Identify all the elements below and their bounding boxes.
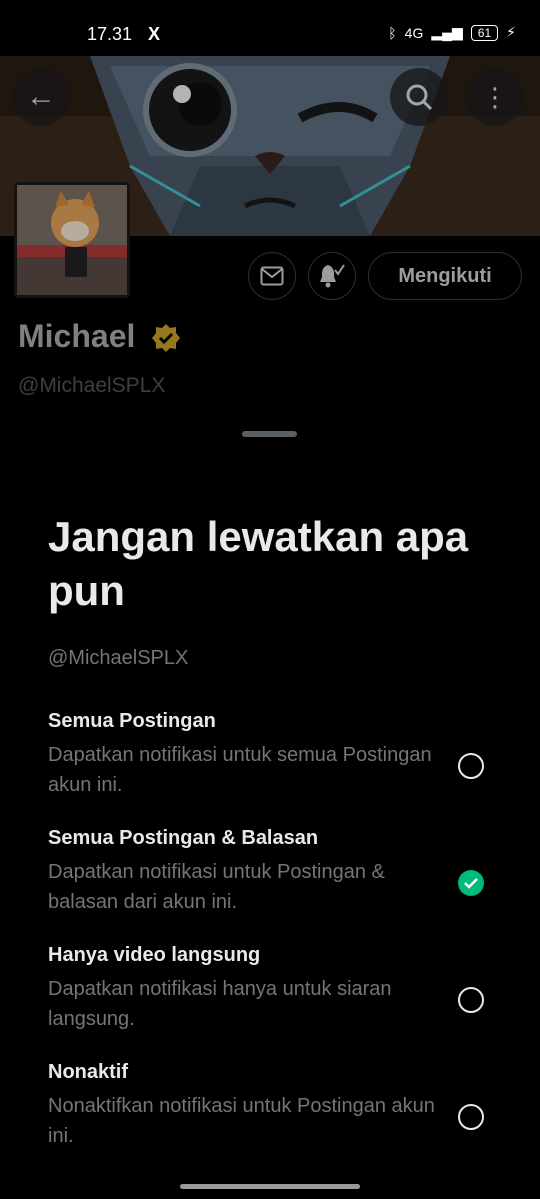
search-button[interactable] [390, 68, 448, 126]
option-description: Dapatkan notifikasi hanya untuk siaran l… [48, 978, 392, 1030]
notification-bell-button[interactable] [308, 252, 356, 300]
option-all-posts-replies[interactable]: Semua Postingan & Balasan Dapatkan notif… [48, 825, 498, 917]
status-icons: ᛒ 4G ▂▄▆ 61 ⚡ [388, 24, 516, 41]
option-description: Nonaktifkan notifikasi untuk Postingan a… [48, 1095, 435, 1147]
profile-name: Michael [18, 318, 136, 354]
envelope-icon [260, 266, 284, 286]
arrow-left-icon: ← [26, 80, 56, 113]
bell-check-icon [320, 264, 345, 288]
option-all-posts[interactable]: Semua Postingan Dapatkan notifikasi untu… [48, 708, 498, 800]
sheet-drag-handle[interactable] [242, 431, 297, 437]
checkmark-icon [464, 878, 478, 889]
option-title: Nonaktif [48, 1061, 128, 1083]
following-button[interactable]: Mengikuti [368, 252, 522, 300]
home-indicator[interactable] [180, 1184, 360, 1189]
radio-button-selected[interactable] [458, 870, 484, 896]
signal-icon: ▂▄▆ [431, 24, 463, 40]
more-options-button[interactable]: ⋮ [466, 68, 524, 126]
option-description: Dapatkan notifikasi untuk semua Postinga… [48, 744, 432, 796]
verified-badge-icon [152, 324, 180, 352]
radio-button[interactable] [458, 987, 484, 1013]
option-title: Semua Postingan & Balasan [48, 827, 319, 849]
option-title: Hanya video langsung [48, 944, 261, 966]
x-app-icon: X [148, 24, 161, 44]
radio-button[interactable] [458, 1104, 484, 1130]
option-live-video-only[interactable]: Hanya video langsung Dapatkan notifikasi… [48, 942, 498, 1034]
sheet-handle-text: @MichaelSPLX [48, 647, 189, 669]
avatar[interactable] [14, 182, 130, 298]
option-off[interactable]: Nonaktif Nonaktifkan notifikasi untuk Po… [48, 1059, 498, 1151]
vertical-dots-icon: ⋮ [482, 81, 508, 112]
option-description: Dapatkan notifikasi untuk Postingan & ba… [48, 861, 385, 913]
back-button[interactable]: ← [12, 68, 70, 126]
message-button[interactable] [248, 252, 296, 300]
radio-button[interactable] [458, 753, 484, 779]
bluetooth-icon: ᛒ [388, 24, 397, 41]
battery-level: 61 [470, 24, 499, 41]
search-icon [406, 84, 433, 111]
sheet-title: Jangan lewatkan apa pun [48, 513, 469, 614]
option-title: Semua Postingan [48, 710, 216, 732]
charging-icon: ⚡ [506, 24, 516, 40]
status-time: 17.31 [87, 24, 133, 44]
status-bar: 17.31 X ᛒ 4G ▂▄▆ 61 ⚡ [0, 0, 540, 56]
network-label: 4G [404, 24, 424, 41]
profile-handle: @MichaelSPLX [18, 374, 166, 397]
